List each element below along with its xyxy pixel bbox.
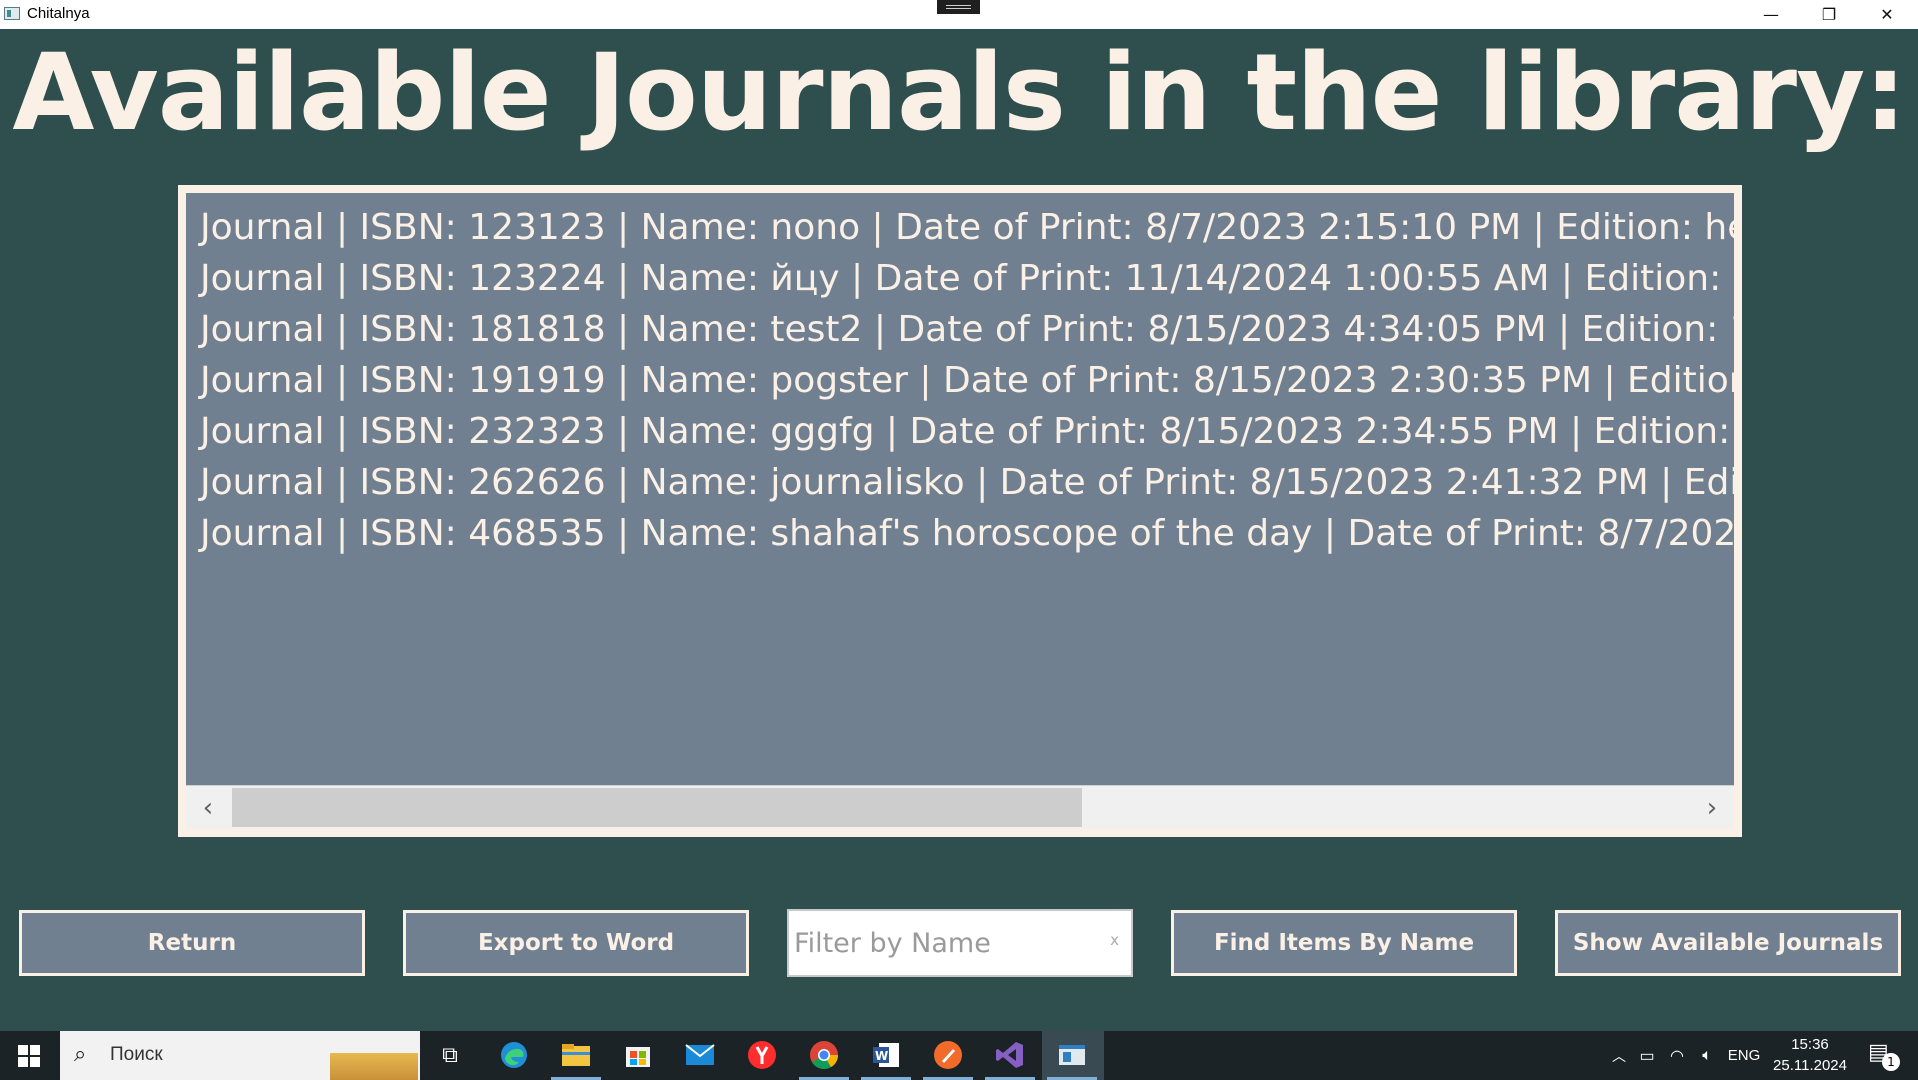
journals-listbox[interactable]: Journal | ISBN: 123123 | Name: nono | Da…: [186, 193, 1734, 829]
horizontal-scrollbar[interactable]: ‹ ›: [186, 785, 1734, 829]
task-view-icon[interactable]: ⧉: [432, 1038, 468, 1072]
filter-by-name-field[interactable]: x: [787, 909, 1133, 977]
chitalnya-app-icon[interactable]: [1054, 1038, 1090, 1072]
scroll-left-icon[interactable]: ‹: [186, 786, 230, 829]
close-button[interactable]: ✕: [1858, 0, 1916, 29]
microsoft-store-icon[interactable]: [620, 1038, 656, 1072]
chrome-icon[interactable]: [806, 1038, 842, 1072]
wifi-icon[interactable]: ◠: [1662, 1046, 1692, 1066]
paint-app-icon[interactable]: [930, 1038, 966, 1072]
search-icon: ⌕: [74, 1042, 87, 1067]
scroll-right-icon[interactable]: ›: [1690, 786, 1734, 829]
mail-icon[interactable]: [682, 1038, 718, 1072]
export-to-word-button[interactable]: Export to Word: [403, 910, 749, 976]
minimize-button[interactable]: —: [1742, 0, 1800, 29]
clock-date: 25.11.2024: [1773, 1057, 1847, 1074]
visual-studio-icon[interactable]: [992, 1038, 1028, 1072]
windows-logo-icon: [18, 1044, 40, 1067]
journals-list-rows: Journal | ISBN: 123123 | Name: nono | Da…: [186, 193, 1734, 789]
clear-filter-icon[interactable]: x: [1110, 931, 1119, 949]
edge-icon[interactable]: [496, 1038, 532, 1072]
system-tray: ︿ ▭ ◠ 🔈︎ ENG: [1606, 1031, 1766, 1080]
clock[interactable]: 15:36 25.11.2024: [1768, 1034, 1852, 1076]
battery-icon[interactable]: ▭: [1632, 1046, 1662, 1066]
filter-input[interactable]: [794, 911, 1094, 975]
file-explorer-icon[interactable]: [558, 1038, 594, 1072]
word-icon[interactable]: W: [868, 1038, 904, 1072]
list-item[interactable]: Journal | ISBN: 468535 | Name: shahaf's …: [200, 503, 1734, 565]
svg-text:W: W: [875, 1049, 888, 1063]
return-button[interactable]: Return: [19, 910, 365, 976]
page-title: Available Journals in the library:: [12, 31, 1906, 154]
app-icon: [4, 7, 20, 20]
journals-list-frame: Journal | ISBN: 123123 | Name: nono | Da…: [178, 185, 1742, 837]
notification-count-badge: 1: [1882, 1053, 1900, 1071]
find-items-by-name-button[interactable]: Find Items By Name: [1171, 910, 1517, 976]
taskbar: ⌕ Поиск ⧉ W ︿ ▭ ◠ 🔈︎ ENG 15:36 25.11.202…: [0, 1031, 1918, 1080]
search-highlight-image: [330, 1035, 418, 1080]
title-bar: Chitalnya — ❐ ✕: [0, 0, 1918, 29]
show-available-journals-button[interactable]: Show Available Journals: [1555, 910, 1901, 976]
scrollbar-thumb[interactable]: [232, 788, 1082, 827]
window-title: Chitalnya: [27, 5, 90, 22]
chevron-up-icon[interactable]: ︿: [1606, 1046, 1632, 1066]
taskbar-search[interactable]: ⌕ Поиск: [60, 1031, 420, 1080]
volume-icon[interactable]: 🔈︎: [1692, 1047, 1722, 1065]
window-grip-handle[interactable]: [937, 0, 980, 14]
restore-button[interactable]: ❐: [1800, 0, 1858, 29]
search-placeholder: Поиск: [110, 1044, 163, 1065]
clock-time: 15:36: [1791, 1036, 1829, 1053]
notifications-icon[interactable]: ▤ 1: [1868, 1040, 1900, 1071]
yandex-browser-icon[interactable]: [744, 1038, 780, 1072]
start-button[interactable]: [0, 1031, 58, 1080]
language-indicator[interactable]: ENG: [1722, 1047, 1766, 1064]
